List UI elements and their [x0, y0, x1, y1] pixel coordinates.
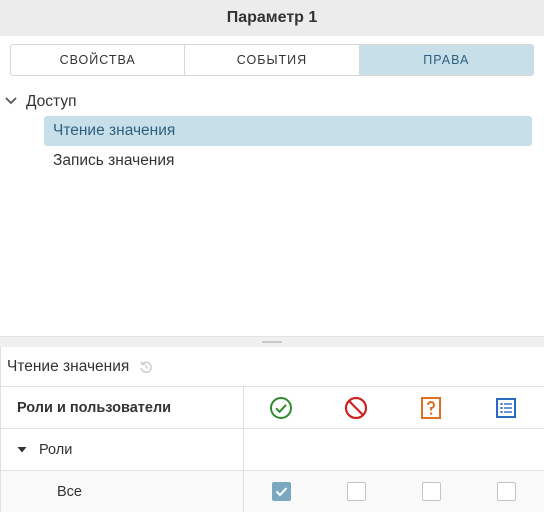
perm-cell-list	[486, 471, 526, 512]
reset-icon[interactable]	[139, 360, 153, 374]
window-title: Параметр 1	[0, 0, 544, 36]
caret-down-icon[interactable]	[17, 446, 27, 454]
grid-group-row[interactable]: Роли	[0, 429, 544, 471]
panel-splitter[interactable]	[0, 336, 544, 347]
list-checkbox[interactable]	[496, 482, 516, 501]
tree-item-label: Запись значения	[53, 152, 175, 169]
tree-node-label: Доступ	[26, 93, 77, 110]
allow-checkbox[interactable]	[271, 482, 291, 501]
row-label: Все	[0, 471, 244, 512]
tree-item-read-value[interactable]: Чтение значения	[44, 116, 532, 146]
tab-events[interactable]: СОБЫТИЯ	[184, 45, 358, 75]
tab-properties[interactable]: СВОЙСТВА	[11, 45, 184, 75]
perm-cell-question	[411, 471, 451, 512]
tab-bar: СВОЙСТВА СОБЫТИЯ ПРАВА	[10, 44, 534, 76]
question-icon[interactable]	[411, 387, 451, 428]
permissions-panel-header: Чтение значения	[0, 347, 544, 387]
table-row: Все	[0, 471, 544, 512]
perm-cell-deny	[336, 471, 376, 512]
allow-icon[interactable]	[261, 387, 301, 428]
column-header-roles: Роли и пользователи	[0, 387, 244, 428]
tree-item-label: Чтение значения	[53, 122, 176, 139]
deny-icon[interactable]	[336, 387, 376, 428]
tree-node-access[interactable]: Доступ	[4, 90, 76, 114]
grid-header-row: Роли и пользователи	[0, 387, 544, 429]
perm-cell-allow	[261, 471, 301, 512]
group-cell: Роли	[0, 429, 244, 470]
tree-item-write-value[interactable]: Запись значения	[44, 146, 532, 176]
permissions-title: Чтение значения	[7, 357, 130, 375]
chevron-down-icon[interactable]	[4, 93, 26, 111]
group-label: Роли	[39, 441, 73, 458]
splitter-grip[interactable]	[262, 341, 282, 343]
tab-rights[interactable]: ПРАВА	[358, 45, 533, 75]
list-icon[interactable]	[486, 387, 526, 428]
question-checkbox[interactable]	[421, 482, 441, 501]
deny-checkbox[interactable]	[346, 482, 366, 501]
